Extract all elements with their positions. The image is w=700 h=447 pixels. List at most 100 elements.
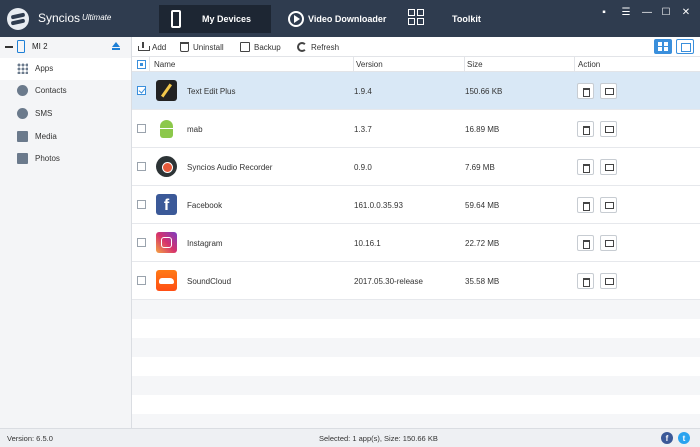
column-divider — [353, 57, 354, 72]
tab-toolkit[interactable]: Toolkit — [404, 5, 504, 33]
app-version-cell: 1.9.4 — [354, 87, 372, 96]
sidebar-item-media[interactable]: Media — [0, 126, 131, 148]
app-size-cell: 22.72 MB — [465, 239, 500, 248]
sidebar-item-photos[interactable]: Photos — [0, 148, 131, 170]
add-button[interactable]: Add — [138, 41, 166, 53]
app-name-cell: SoundCloud — [187, 277, 232, 286]
app-edition: Ultimate — [82, 13, 112, 22]
table-row[interactable]: f Facebook 161.0.0.35.93 59.64 MB — [132, 186, 700, 224]
table-row[interactable]: Syncios Audio Recorder 0.9.0 7.69 MB — [132, 148, 700, 186]
delete-app-button[interactable] — [577, 159, 594, 175]
export-app-button[interactable] — [600, 197, 617, 213]
feedback-icon[interactable]: ▪ — [597, 6, 611, 20]
eject-icon[interactable] — [112, 42, 120, 50]
empty-row — [132, 338, 700, 357]
empty-row — [132, 357, 700, 376]
tab-my-devices-label: My Devices — [202, 14, 252, 24]
menu-icon[interactable]: ☰ — [619, 6, 633, 20]
table-row[interactable]: SoundCloud 2017.05.30-release 35.58 MB — [132, 262, 700, 300]
app-version-cell: 161.0.0.35.93 — [354, 201, 403, 210]
select-all-checkbox[interactable] — [137, 60, 146, 69]
empty-row — [132, 414, 700, 428]
sidebar-item-contacts[interactable]: Contacts — [0, 80, 131, 102]
android-icon — [156, 118, 177, 139]
delete-app-button[interactable] — [577, 83, 594, 99]
app-version-cell: 2017.05.30-release — [354, 277, 423, 286]
app-name-cell: Instagram — [187, 239, 223, 248]
app-name-cell: Facebook — [187, 201, 223, 210]
grid-view-icon[interactable] — [654, 39, 672, 54]
row-checkbox[interactable] — [137, 238, 146, 247]
add-label: Add — [152, 42, 167, 52]
maximize-button[interactable]: ☐ — [659, 6, 673, 20]
column-divider — [574, 57, 575, 72]
backup-button[interactable]: Backup — [240, 41, 281, 53]
sidebar-item-apps[interactable]: Apps — [0, 58, 131, 80]
close-button[interactable]: ✕ — [679, 6, 693, 20]
twitter-share-icon[interactable]: t — [678, 432, 690, 444]
backup-label: Backup — [254, 42, 281, 52]
export-app-button[interactable] — [600, 159, 617, 175]
empty-row — [132, 376, 700, 395]
tab-my-devices[interactable]: My Devices — [159, 5, 271, 33]
delete-app-button[interactable] — [577, 121, 594, 137]
column-version-header[interactable]: Version — [356, 60, 383, 69]
delete-app-button[interactable] — [577, 197, 594, 213]
sidebar: MI 2 Apps Contacts SMS Media Photos — [0, 37, 132, 428]
sms-icon — [17, 108, 28, 119]
device-name: MI 2 — [32, 42, 48, 51]
empty-row — [132, 319, 700, 338]
row-checkbox[interactable] — [137, 200, 146, 209]
table-row[interactable]: Instagram 10.16.1 22.72 MB — [132, 224, 700, 262]
instagram-icon — [156, 232, 177, 253]
phone-device-icon — [17, 40, 25, 53]
row-checkbox[interactable] — [137, 276, 146, 285]
soundcloud-icon — [156, 270, 177, 291]
sidebar-item-label: Contacts — [35, 86, 67, 95]
row-checkbox[interactable] — [137, 162, 146, 171]
delete-app-button[interactable] — [577, 273, 594, 289]
minimize-button[interactable]: — — [640, 6, 654, 20]
sidebar-item-sms[interactable]: SMS — [0, 103, 131, 125]
row-checkbox[interactable] — [137, 124, 146, 133]
app-size-cell: 150.66 KB — [465, 87, 503, 96]
phone-icon — [171, 10, 181, 28]
refresh-button[interactable]: Refresh — [297, 41, 339, 53]
export-app-button[interactable] — [600, 273, 617, 289]
sidebar-item-label: Apps — [35, 64, 54, 73]
column-name-header[interactable]: Name — [154, 60, 175, 69]
app-name-cell: Syncios Audio Recorder — [187, 163, 273, 172]
app-size-cell: 35.58 MB — [465, 277, 500, 286]
export-app-button[interactable] — [600, 121, 617, 137]
sidebar-item-label: Media — [35, 132, 57, 141]
export-app-button[interactable] — [600, 235, 617, 251]
column-divider — [149, 57, 150, 72]
delete-app-button[interactable] — [577, 235, 594, 251]
version-text: Version: 6.5.0 — [7, 434, 53, 443]
app-size-cell: 16.89 MB — [465, 125, 500, 134]
row-checkbox[interactable] — [137, 86, 146, 95]
facebook-icon: f — [156, 194, 177, 215]
facebook-share-icon[interactable]: f — [661, 432, 673, 444]
export-app-button[interactable] — [600, 83, 617, 99]
refresh-icon — [297, 42, 307, 52]
list-view-icon[interactable] — [676, 39, 694, 54]
empty-row — [132, 395, 700, 414]
add-icon — [138, 42, 150, 52]
device-row[interactable]: MI 2 — [0, 37, 131, 57]
table-row[interactable]: Text Edit Plus 1.9.4 150.66 KB — [132, 72, 700, 110]
uninstall-label: Uninstall — [193, 42, 224, 52]
column-size-header[interactable]: Size — [467, 60, 483, 69]
tab-video-downloader[interactable]: Video Downloader — [284, 5, 394, 33]
collapse-icon[interactable] — [5, 46, 13, 48]
toolbar: Add Uninstall Backup Refresh — [132, 37, 700, 57]
table-row[interactable]: mab 1.3.7 16.89 MB — [132, 110, 700, 148]
backup-icon — [240, 42, 250, 52]
syncios-logo-icon — [7, 8, 29, 30]
uninstall-button[interactable]: Uninstall — [180, 41, 224, 53]
app-size-cell: 7.69 MB — [465, 163, 495, 172]
photos-icon — [17, 153, 28, 164]
app-version-cell: 0.9.0 — [354, 163, 372, 172]
app-name: Syncios — [38, 11, 81, 25]
column-divider — [464, 57, 465, 72]
